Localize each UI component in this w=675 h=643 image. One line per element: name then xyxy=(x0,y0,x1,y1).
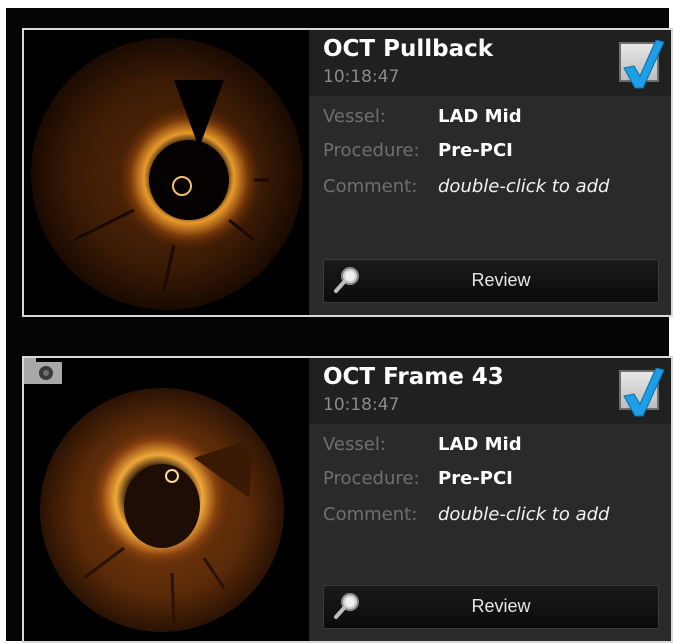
recording-info: OCT Pullback 10:18:47 Vessel: LAD Mid Pr… xyxy=(309,30,671,315)
review-button[interactable]: Review xyxy=(323,259,659,303)
comment-label: Comment: xyxy=(323,504,418,525)
comment-label: Comment: xyxy=(323,176,418,197)
vessel-row: Vessel: LAD Mid xyxy=(323,434,522,455)
camera-icon xyxy=(24,358,62,384)
select-checkbox[interactable] xyxy=(619,39,665,89)
vessel-row: Vessel: LAD Mid xyxy=(323,106,522,127)
procedure-row: Procedure: Pre-PCI xyxy=(323,140,513,161)
comment-row[interactable]: Comment: double-click to add xyxy=(323,504,609,525)
card-title: OCT Frame 43 xyxy=(323,364,504,390)
vessel-value: LAD Mid xyxy=(438,106,522,127)
recording-card-frame[interactable]: OCT Frame 43 10:18:47 Vessel: LAD Mid Pr… xyxy=(22,356,673,643)
comment-row[interactable]: Comment: double-click to add xyxy=(323,176,609,197)
comment-value[interactable]: double-click to add xyxy=(438,504,609,525)
recording-card-pullback[interactable]: OCT Pullback 10:18:47 Vessel: LAD Mid Pr… xyxy=(22,28,673,317)
lumen xyxy=(124,464,200,548)
oct-thumbnail[interactable] xyxy=(24,358,309,641)
vessel-value: LAD Mid xyxy=(438,434,522,455)
vessel-label: Vessel: xyxy=(323,434,386,455)
review-label: Review xyxy=(471,596,531,616)
oct-thumbnail[interactable] xyxy=(24,30,309,315)
card-header: OCT Pullback 10:18:47 xyxy=(309,30,671,96)
procedure-label: Procedure: xyxy=(323,140,420,161)
comment-value[interactable]: double-click to add xyxy=(438,176,609,197)
procedure-label: Procedure: xyxy=(323,468,420,489)
review-label: Review xyxy=(471,270,531,290)
card-header: OCT Frame 43 10:18:47 xyxy=(309,358,671,424)
review-button[interactable]: Review xyxy=(323,585,659,629)
procedure-value: Pre-PCI xyxy=(438,140,513,161)
vessel-label: Vessel: xyxy=(323,106,386,127)
checkmark-icon xyxy=(623,367,665,417)
recording-info: OCT Frame 43 10:18:47 Vessel: LAD Mid Pr… xyxy=(309,358,671,641)
procedure-row: Procedure: Pre-PCI xyxy=(323,468,513,489)
session-panel: OCT Pullback 10:18:47 Vessel: LAD Mid Pr… xyxy=(6,8,673,643)
procedure-value: Pre-PCI xyxy=(438,468,513,489)
card-time: 10:18:47 xyxy=(323,67,400,87)
checkmark-icon xyxy=(623,39,665,89)
select-checkbox[interactable] xyxy=(619,367,665,417)
card-time: 10:18:47 xyxy=(323,395,400,415)
card-title: OCT Pullback xyxy=(323,36,494,62)
